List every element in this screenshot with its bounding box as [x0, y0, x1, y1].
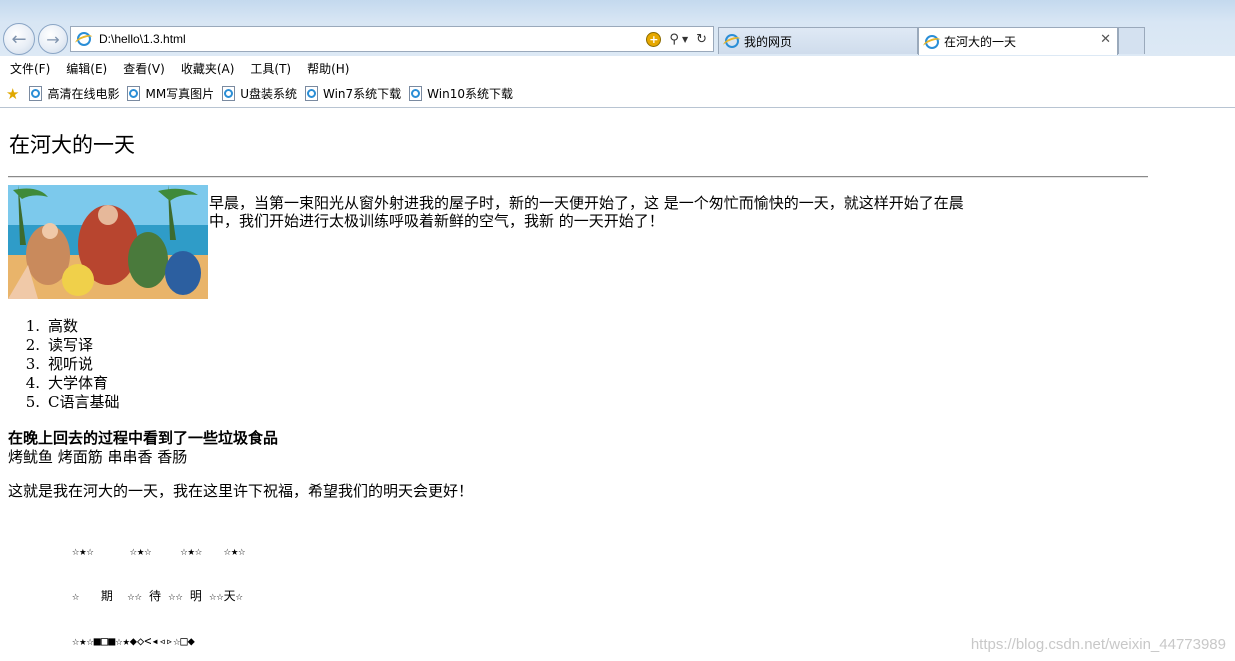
list-number: 3. [25, 355, 40, 373]
arrow-right-icon: → [46, 29, 60, 49]
page-icon [409, 86, 423, 101]
list-item: 2. 读写译 [8, 336, 119, 355]
favorite-label: Win10系统下载 [427, 87, 513, 101]
symbol-line: ☆★☆ ☆★☆ ☆★☆ ☆★☆ [72, 544, 246, 558]
course-list: 1. 高数 2. 读写译 3. 视听说 4. 大学体育 5. C语言基础 [8, 317, 120, 412]
evening-heading: 在晚上回去的过程中看到了一些垃圾食品 [8, 429, 279, 447]
list-item: 3. 视听说 [8, 355, 119, 374]
morning-paragraph: 早晨，当第一束阳光从窗外射进我的屋子时，新的一天便开始了，这 是一个匆忙而愉快的… [209, 194, 1019, 230]
ie-page-icon [77, 32, 91, 46]
menu-help[interactable]: 帮助(H) [307, 60, 349, 77]
course-name: 高数 [48, 317, 79, 335]
symbol-line: ☆★☆■□■☆★◆◇<◂◃▹☆□◆ [72, 634, 195, 648]
course-name: C语言基础 [48, 393, 120, 411]
menu-edit[interactable]: 编辑(E) [66, 60, 107, 77]
course-name: 读写译 [48, 336, 94, 354]
favorite-link[interactable]: MM写真图片 [127, 85, 214, 102]
favorite-link[interactable]: 高清在线电影 [29, 85, 119, 102]
list-item: 4. 大学体育 [8, 374, 119, 393]
watermark: https://blog.csdn.net/weixin_44773989 [970, 636, 1226, 653]
page-icon [222, 86, 236, 101]
favorite-label: Win7系统下载 [322, 87, 402, 101]
list-item: 5. C语言基础 [8, 393, 120, 412]
page-icon [29, 86, 43, 101]
address-bar[interactable]: D:\hello\1.3.html + ⚲ ▼ ↻ [70, 26, 714, 52]
favorites-star-icon[interactable]: ★ [6, 85, 19, 103]
paragraph-line: 早晨，当第一束阳光从窗外射进我的屋子时，新的一天便开始了，这 是一个匆忙而愉快的… [209, 194, 964, 212]
tab-my-webpage[interactable]: 我的网页 [718, 27, 918, 54]
chevron-down-icon[interactable]: ▼ [682, 35, 688, 44]
list-number: 4. [25, 374, 40, 392]
favorites-bar: ★ 高清在线电影 MM写真图片 U盘装系统 Win7系统下载 Win10系统下载 [0, 80, 1235, 108]
tab-active[interactable]: 在河大的一天 ✕ [918, 27, 1118, 55]
list-number: 2. [25, 336, 40, 354]
page-content: 在河大的一天 早晨，当第一束阳光从窗外射进我的屋子时，新的一天便开始了，这 是一… [0, 109, 1235, 661]
course-name: 大学体育 [48, 374, 109, 392]
beach-party-image [8, 185, 208, 299]
page-title: 在河大的一天 [9, 133, 135, 157]
list-number: 1. [25, 317, 40, 335]
menu-file[interactable]: 文件(F) [10, 60, 50, 77]
tab-label: 我的网页 [744, 34, 793, 49]
forward-button[interactable]: → [38, 24, 68, 54]
favorite-label: U盘装系统 [240, 87, 297, 101]
symbol-line: ☆ 期 ☆☆ 待 ☆☆ 明 ☆☆天☆ [72, 589, 243, 603]
ie-tab-icon [925, 34, 939, 49]
compatibility-icon[interactable]: + [646, 31, 662, 47]
page-icon [304, 86, 318, 101]
close-icon[interactable]: ✕ [1100, 32, 1111, 47]
page-icon [127, 86, 141, 101]
ie-tab-icon [725, 34, 739, 48]
new-tab-button[interactable] [1118, 27, 1145, 54]
back-button[interactable]: ← [3, 23, 35, 55]
symbol-art: ☆★☆ ☆★☆ ☆★☆ ☆★☆ ☆ 期 ☆☆ 待 ☆☆ 明 ☆☆天☆ ☆★☆■□… [72, 514, 245, 661]
menu-bar: 文件(F) 编辑(E) 查看(V) 收藏夹(A) 工具(T) 帮助(H) [0, 56, 1235, 80]
divider [8, 176, 1148, 178]
menu-favorites[interactable]: 收藏夹(A) [181, 60, 235, 77]
closing-paragraph: 这就是我在河大的一天，我在这里许下祝福，希望我们的明天会更好！ [8, 482, 474, 500]
favorite-link[interactable]: Win10系统下载 [409, 85, 513, 102]
paragraph-line: 中，我们开始进行太极训练呼吸着新鲜的空气，我新 的一天开始了！ [209, 212, 664, 230]
address-text[interactable]: D:\hello\1.3.html [99, 32, 646, 46]
menu-tools[interactable]: 工具(T) [250, 60, 291, 77]
course-name: 视听说 [48, 355, 94, 373]
refresh-icon[interactable]: ↻ [696, 32, 707, 47]
list-number: 5. [25, 393, 40, 411]
food-list: 烤鱿鱼 烤面筋 串串香 香肠 [8, 448, 188, 466]
arrow-left-icon: ← [11, 28, 27, 50]
favorite-link[interactable]: U盘装系统 [222, 85, 297, 102]
favorite-label: 高清在线电影 [47, 87, 120, 101]
favorite-link[interactable]: Win7系统下载 [304, 85, 402, 102]
list-item: 1. 高数 [8, 317, 119, 336]
menu-view[interactable]: 查看(V) [123, 60, 165, 77]
tab-label: 在河大的一天 [944, 35, 1017, 49]
favorite-label: MM写真图片 [145, 87, 215, 101]
search-icon[interactable]: ⚲ [669, 32, 679, 47]
